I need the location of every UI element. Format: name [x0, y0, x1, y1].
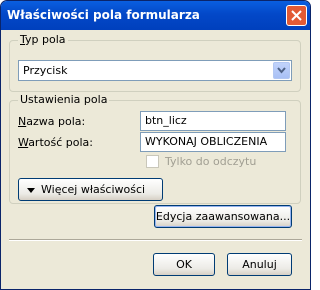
field-type-group: Typ pola Przycisk	[9, 33, 301, 92]
field-type-value: Przycisk	[23, 64, 68, 77]
window-title: Właściwości pola formularza	[7, 8, 200, 22]
field-settings-legend: Ustawienia pola	[18, 93, 110, 106]
close-button[interactable]	[286, 5, 307, 26]
field-settings-group: Ustawienia pola Nazwa pola: btn_licz War…	[9, 93, 301, 204]
value-field[interactable]: WYKONAJ OBLICZENIA	[140, 132, 286, 152]
cancel-button[interactable]: Anuluj	[227, 253, 292, 276]
chevron-down-icon	[277, 67, 286, 74]
triangle-down-icon	[27, 187, 35, 193]
name-field[interactable]: btn_licz	[140, 111, 286, 131]
name-label: Nazwa pola:	[18, 115, 86, 128]
dropdown-button[interactable]	[273, 62, 290, 79]
field-type-legend: Typ pola	[18, 33, 68, 46]
readonly-checkbox[interactable]	[146, 155, 159, 168]
title-bar[interactable]: Właściwości pola formularza	[1, 1, 310, 30]
readonly-label: Tylko do odczytu	[165, 155, 257, 168]
more-properties-label: Więcej właściwości	[41, 183, 146, 196]
field-type-select[interactable]: Przycisk	[18, 60, 292, 81]
dialog-window: Właściwości pola formularza Typ pola Prz…	[0, 0, 311, 290]
value-label: Wartość pola:	[18, 136, 93, 149]
advanced-edit-button[interactable]: Edycja zaawansowana...	[154, 205, 292, 228]
close-icon	[291, 10, 302, 21]
separator	[9, 239, 302, 241]
more-properties-button[interactable]: Więcej właściwości	[18, 178, 163, 201]
ok-button[interactable]: OK	[153, 253, 215, 276]
